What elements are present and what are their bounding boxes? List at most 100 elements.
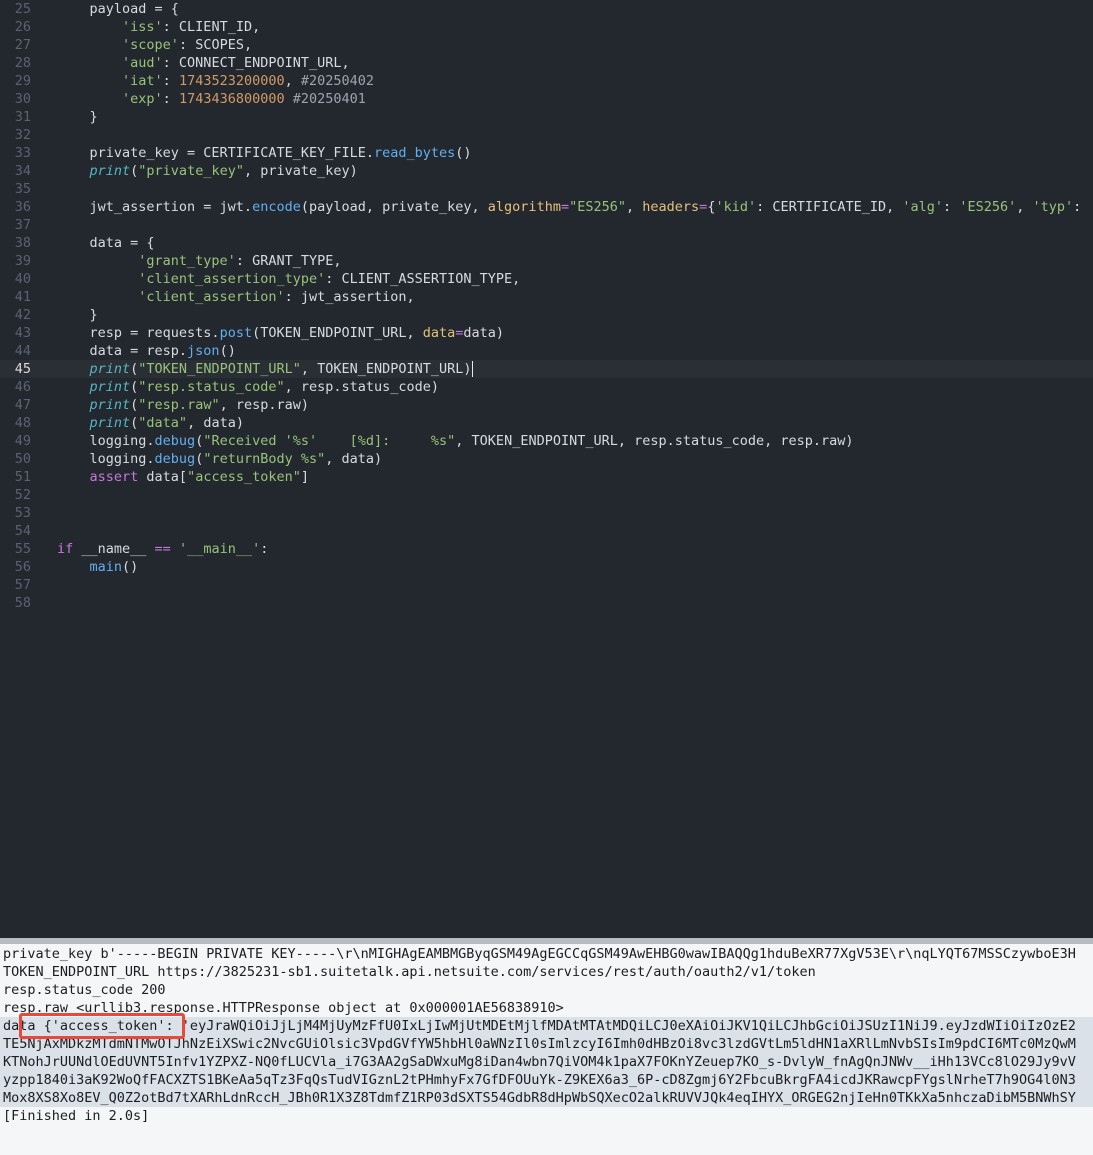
code-line[interactable]: 45 print("TOKEN_ENDPOINT_URL", TOKEN_END… xyxy=(0,360,1093,378)
line-number: 34 xyxy=(14,163,31,179)
line-number: 58 xyxy=(14,595,31,611)
code-text: private_key = CERTIFICATE_KEY_FILE.read_… xyxy=(57,145,472,161)
output-console: private_key b'-----BEGIN PRIVATE KEY----… xyxy=(0,944,1093,1155)
code-text: resp = requests.post(TOKEN_ENDPOINT_URL,… xyxy=(57,325,505,341)
code-text: 'iat': 1743523200000, #20250402 xyxy=(122,73,375,89)
code-line[interactable]: 56 main() xyxy=(0,558,1093,576)
code-line[interactable]: 30 'exp': 1743436800000 #20250401 xyxy=(0,90,1093,108)
code-line[interactable]: 43 resp = requests.post(TOKEN_ENDPOINT_U… xyxy=(0,324,1093,342)
code-line[interactable]: 37 xyxy=(0,216,1093,234)
code-text: 'grant_type': GRANT_TYPE, xyxy=(138,253,342,269)
line-number: 53 xyxy=(14,505,31,521)
code-line[interactable]: 31 } xyxy=(0,108,1093,126)
code-text: data = { xyxy=(57,235,155,251)
code-text: 'client_assertion_type': CLIENT_ASSERTIO… xyxy=(138,271,521,287)
code-line[interactable]: 35 xyxy=(0,180,1093,198)
line-number: 46 xyxy=(14,379,31,395)
console-line-selected: KTNohJrUUNdlOEdUVNT5Infv1YZPXZ-NQ0fLUCVl… xyxy=(0,1053,1093,1071)
console-line: resp.status_code 200 xyxy=(3,982,166,998)
line-number: 36 xyxy=(14,199,31,215)
code-text: } xyxy=(57,307,98,323)
line-number: 51 xyxy=(14,469,31,485)
code-editor[interactable]: 25 payload = {26 'iss': CLIENT_ID, 27 'sc… xyxy=(0,0,1093,938)
code-line[interactable]: 28 'aud': CONNECT_ENDPOINT_URL, xyxy=(0,54,1093,72)
console-line: private_key b'-----BEGIN PRIVATE KEY----… xyxy=(3,946,1076,962)
code-line[interactable]: 48 print("data", data) xyxy=(0,414,1093,432)
code-line[interactable]: 41 'client_assertion': jwt_assertion, xyxy=(0,288,1093,306)
line-number: 47 xyxy=(14,397,31,413)
line-number: 26 xyxy=(14,19,31,35)
code-text: assert data["access_token"] xyxy=(89,469,310,485)
line-number: 54 xyxy=(14,523,31,539)
line-number: 30 xyxy=(14,91,31,107)
code-line[interactable]: 36 jwt_assertion = jwt.encode(payload, p… xyxy=(0,198,1093,216)
code-line[interactable]: 44 data = resp.json() xyxy=(0,342,1093,360)
code-line[interactable]: 25 payload = { xyxy=(0,0,1093,18)
code-line[interactable]: 32 xyxy=(0,126,1093,144)
code-text: main() xyxy=(89,559,139,575)
line-number: 35 xyxy=(14,181,31,197)
code-line[interactable]: 39 'grant_type': GRANT_TYPE, xyxy=(0,252,1093,270)
code-line[interactable]: 47 print("resp.raw", resp.raw) xyxy=(0,396,1093,414)
code-line[interactable]: 46 print("resp.status_code", resp.status… xyxy=(0,378,1093,396)
console-line-selected: yzpp1840i3aK92WoQfFACXZTS1BKeAa5qTz3FqQs… xyxy=(0,1071,1093,1089)
line-number: 43 xyxy=(14,325,31,341)
code-text: } xyxy=(57,109,98,125)
code-text: print("private_key", private_key) xyxy=(89,163,358,179)
code-text: payload = { xyxy=(57,1,179,17)
code-line[interactable]: 50 logging.debug("returnBody %s", data) xyxy=(0,450,1093,468)
code-line[interactable]: 38 data = { xyxy=(0,234,1093,252)
text-caret xyxy=(471,361,473,377)
line-number: 31 xyxy=(14,109,31,125)
line-number: 28 xyxy=(14,55,31,71)
code-text: if __name__ == '__main__': xyxy=(57,541,269,557)
line-number: 44 xyxy=(14,343,31,359)
line-number: 37 xyxy=(14,217,31,233)
code-line[interactable]: 53 xyxy=(0,504,1093,522)
code-line[interactable]: 57 xyxy=(0,576,1093,594)
code-text: print("TOKEN_ENDPOINT_URL", TOKEN_ENDPOI… xyxy=(89,361,473,377)
code-line[interactable]: 33 private_key = CERTIFICATE_KEY_FILE.re… xyxy=(0,144,1093,162)
code-line[interactable]: 40 'client_assertion_type': CLIENT_ASSER… xyxy=(0,270,1093,288)
line-number: 32 xyxy=(14,127,31,143)
line-number: 48 xyxy=(14,415,31,431)
code-text: jwt_assertion = jwt.encode(payload, priv… xyxy=(57,199,1082,215)
line-number: 52 xyxy=(14,487,31,503)
code-line[interactable]: 54 xyxy=(0,522,1093,540)
code-line[interactable]: 49 logging.debug("Received '%s' [%d]: %s… xyxy=(0,432,1093,450)
code-line[interactable]: 55 if __name__ == '__main__': xyxy=(0,540,1093,558)
code-text: print("data", data) xyxy=(89,415,244,431)
code-text: 'client_assertion': jwt_assertion, xyxy=(138,289,415,305)
console-line: TOKEN_ENDPOINT_URL https://3825231-sb1.s… xyxy=(3,964,816,980)
code-text: print("resp.status_code", resp.status_co… xyxy=(89,379,440,395)
line-number: 38 xyxy=(14,235,31,251)
code-line[interactable]: 58 xyxy=(0,594,1093,612)
line-number: 50 xyxy=(14,451,31,467)
code-line[interactable]: 52 xyxy=(0,486,1093,504)
code-text: 'aud': CONNECT_ENDPOINT_URL, xyxy=(122,55,350,71)
line-number: 25 xyxy=(14,1,31,17)
code-text: data = resp.json() xyxy=(57,343,236,359)
line-number: 39 xyxy=(14,253,31,269)
code-line[interactable]: 51 assert data["access_token"] xyxy=(0,468,1093,486)
code-line[interactable]: 26 'iss': CLIENT_ID, xyxy=(0,18,1093,36)
line-number: 55 xyxy=(14,541,31,557)
code-line[interactable]: 29 'iat': 1743523200000, #20250402 xyxy=(0,72,1093,90)
line-number: 57 xyxy=(14,577,31,593)
code-text: 'iss': CLIENT_ID, xyxy=(122,19,261,35)
line-number: 33 xyxy=(14,145,31,161)
code-text: logging.debug("returnBody %s", data) xyxy=(57,451,383,467)
console-line-selected: Mox8XS8Xo8EV_Q0Z2otBd7tXARhLdnRccH_JBh0R… xyxy=(0,1089,1093,1107)
line-number: 27 xyxy=(14,37,31,53)
line-number: 41 xyxy=(14,289,31,305)
highlight-box xyxy=(19,1013,185,1039)
code-line[interactable]: 27 'scope': SCOPES, xyxy=(0,36,1093,54)
line-number: 42 xyxy=(14,307,31,323)
code-line[interactable]: 34 print("private_key", private_key) xyxy=(0,162,1093,180)
code-text: print("resp.raw", resp.raw) xyxy=(89,397,309,413)
code-line[interactable]: 42 } xyxy=(0,306,1093,324)
code-text: 'exp': 1743436800000 #20250401 xyxy=(122,91,366,107)
console-line-finished: [Finished in 2.0s] xyxy=(3,1108,150,1124)
line-number: 45 xyxy=(14,361,31,377)
line-number: 56 xyxy=(14,559,31,575)
